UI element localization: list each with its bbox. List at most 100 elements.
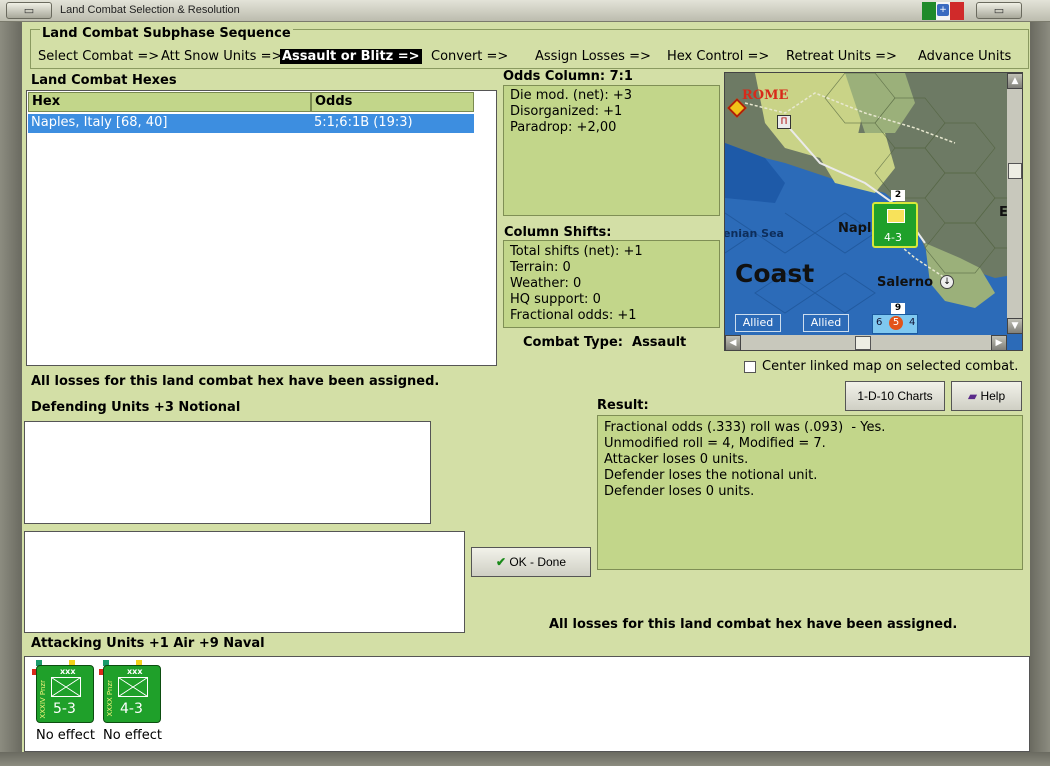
center-map-label: Center linked map on selected combat. (762, 359, 1019, 374)
shift-line: HQ support: 0 (510, 292, 601, 307)
step-assign-losses[interactable]: Assign Losses => (535, 49, 651, 64)
ok-done-label: OK - Done (509, 555, 567, 569)
odds-box: Die mod. (net): +3 Disorganized: +1 Para… (503, 85, 720, 216)
unit-result: No effect (36, 728, 96, 743)
help-book-icon: ▰ (967, 389, 978, 403)
unit-corps: XXXIV Pnzr (39, 680, 47, 719)
map-label-coast: Coast (735, 259, 815, 288)
attacking-losses-box[interactable] (24, 531, 465, 633)
step-att-snow-units[interactable]: Att Snow Units => (161, 49, 282, 64)
result-line: Unmodified roll = 4, Modified = 7. (604, 436, 826, 451)
hexes-list[interactable]: Hex Odds Naples, Italy [68, 40] 5:1;6:1B… (26, 90, 497, 366)
odds-line: Disorganized: +1 (510, 104, 623, 119)
col-header-hex[interactable]: Hex (28, 92, 311, 112)
linked-map[interactable]: ROME Π enian Sea Napl Coast Salerno ↓ E … (724, 72, 1023, 351)
result-line: Defender loses 0 units. (604, 484, 755, 499)
crest-icon: + (937, 4, 949, 16)
step-hex-control[interactable]: Hex Control => (667, 49, 769, 64)
unit-counter[interactable]: XXXX Pnzr xxx 4-3 (103, 665, 161, 723)
center-map-checkbox[interactable] (744, 361, 756, 373)
help-button[interactable]: ▰ Help (951, 381, 1022, 411)
vertical-scrollbar[interactable] (1007, 89, 1022, 319)
close-button[interactable]: ▭ (976, 2, 1022, 19)
help-button-label: Help (980, 389, 1006, 403)
vertical-scroll-thumb[interactable] (1008, 163, 1022, 179)
result-title: Result: (597, 398, 649, 413)
result-line: Fractional odds (.333) roll was (.093) -… (604, 420, 886, 435)
cell-hex: Naples, Italy [68, 40] (31, 115, 168, 130)
result-box: Fractional odds (.333) roll was (.093) -… (597, 415, 1023, 570)
scroll-left-button[interactable]: ◀ (725, 335, 741, 350)
infantry-symbol-icon (118, 677, 148, 697)
step-retreat-units[interactable]: Retreat Units => (786, 49, 897, 64)
country-flag-icon: + (922, 0, 964, 22)
map-label-rome: ROME (742, 88, 789, 103)
map-label-naples: Napl (838, 221, 872, 236)
scroll-down-button[interactable]: ▼ (1007, 318, 1022, 334)
defending-units-box[interactable] (24, 421, 431, 524)
step-convert[interactable]: Convert => (431, 49, 508, 64)
ok-done-button[interactable]: ✔ OK - Done (471, 547, 591, 577)
step-select-combat[interactable]: Select Combat => (38, 49, 159, 64)
combat-type: Combat Type: Assault (523, 335, 687, 350)
cell-odds: 5:1;6:1B (19:3) (314, 115, 413, 130)
step-assault-or-blitz[interactable]: Assault or Blitz => (280, 49, 422, 64)
result-line: Attacker loses 0 units. (604, 452, 749, 467)
losses-message-bottom: All losses for this land combat hex have… (549, 617, 958, 632)
result-line: Defender loses the notional unit. (604, 468, 818, 483)
scroll-up-button[interactable]: ▲ (1007, 73, 1022, 89)
charts-button[interactable]: 1-D-10 Charts (845, 381, 945, 411)
unit-result: No effect (103, 728, 163, 743)
fortress-icon: Π (777, 115, 791, 129)
shift-line: Weather: 0 (510, 276, 582, 291)
naval-value: 4 (909, 317, 916, 328)
assault-icon (887, 209, 905, 223)
table-row[interactable]: Naples, Italy [68, 40] 5:1;6:1B (19:3) (28, 114, 474, 133)
col-header-odds[interactable]: Odds (311, 92, 474, 112)
map-counter[interactable]: 4-3 (872, 202, 918, 248)
collapse-button[interactable]: ▭ (6, 2, 52, 19)
stack-count: 9 (891, 303, 905, 314)
map-label-sea: enian Sea (724, 227, 784, 240)
odds-title: Odds Column: 7:1 (503, 69, 633, 84)
unit-size: xxx (127, 667, 143, 676)
unit-corps: XXXX Pnzr (106, 680, 114, 717)
hexes-title: Land Combat Hexes (31, 73, 177, 88)
defending-title: Defending Units +3 Notional (31, 400, 241, 415)
unit-card[interactable]: XXXX Pnzr xxx 4-3 No effect (96, 659, 176, 751)
shifts-box: Total shifts (net): +1 Terrain: 0 Weathe… (503, 240, 720, 328)
unit-value: 4-3 (120, 701, 143, 717)
map-label-salerno: Salerno (877, 275, 934, 290)
shift-line: Fractional odds: +1 (510, 308, 637, 323)
title-bar[interactable]: ▭ Land Combat Selection & Resolution + ▭ (0, 0, 1050, 22)
odds-line: Paradrop: +2,00 (510, 120, 617, 135)
step-advance-units[interactable]: Advance Units (918, 49, 1011, 64)
window-title: Land Combat Selection & Resolution (60, 4, 240, 16)
scroll-right-button[interactable]: ▶ (991, 335, 1007, 350)
attacking-title: Attacking Units +1 Air +9 Naval (31, 636, 265, 651)
naval-stack[interactable]: 6 5 4 (872, 314, 918, 334)
frame-right (1030, 22, 1050, 766)
shift-line: Total shifts (net): +1 (510, 244, 643, 259)
naval-value: 5 (889, 316, 903, 330)
attacking-units-box[interactable]: XXXIV Pnzr xxx 5-3 No effect XXXX Pnzr x… (24, 656, 1030, 752)
check-icon: ✔ (495, 555, 506, 569)
odds-line: Die mod. (net): +3 (510, 88, 633, 103)
frame-bottom (0, 752, 1050, 766)
map-counter-value: 4-3 (884, 231, 902, 244)
shifts-title: Column Shifts: (504, 225, 612, 240)
sequence-title: Land Combat Subphase Sequence (40, 26, 293, 41)
unit-value: 5-3 (53, 701, 76, 717)
horizontal-scroll-thumb[interactable] (855, 336, 871, 350)
naval-value: 6 (876, 317, 883, 328)
map-tab-allied[interactable]: Allied (735, 314, 781, 332)
unit-size: xxx (60, 667, 76, 676)
map-tab-allied[interactable]: Allied (803, 314, 849, 332)
unit-counter[interactable]: XXXIV Pnzr xxx 5-3 (36, 665, 94, 723)
losses-message-top: All losses for this land combat hex have… (31, 374, 440, 389)
shift-line: Terrain: 0 (510, 260, 571, 275)
infantry-symbol-icon (51, 677, 81, 697)
frame-left (0, 22, 22, 766)
port-icon: ↓ (940, 275, 954, 289)
stack-count: 2 (891, 190, 905, 201)
